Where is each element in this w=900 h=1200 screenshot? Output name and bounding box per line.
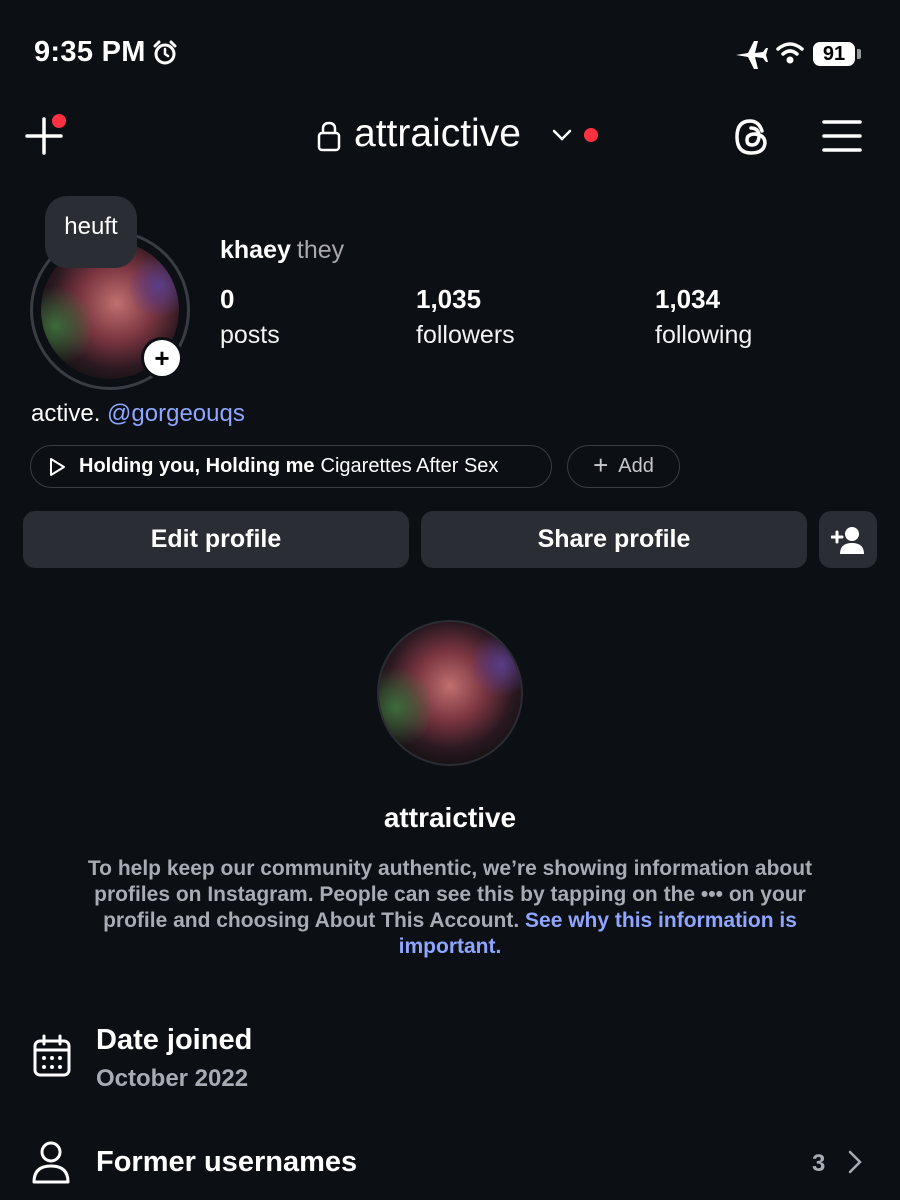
about-username: attraictive bbox=[383, 802, 517, 833]
add-link-pill[interactable]: + Add bbox=[567, 445, 680, 488]
followers-count: 1,035 bbox=[416, 284, 482, 314]
plus-small-icon: + bbox=[593, 450, 609, 480]
discover-people-button[interactable] bbox=[819, 511, 877, 568]
alarm-icon bbox=[153, 40, 177, 65]
wifi-icon bbox=[776, 42, 804, 64]
lock-icon bbox=[317, 121, 341, 152]
bio-mention-link[interactable]: @gorgeouqs bbox=[107, 400, 245, 427]
song-title: Holding you, Holding me bbox=[79, 455, 315, 477]
add-story-button[interactable]: + bbox=[141, 337, 183, 379]
account-switcher-title[interactable]: attraictive bbox=[354, 112, 521, 156]
stat-followers[interactable]: 1,035 followers bbox=[416, 284, 515, 350]
song-artist: Cigarettes After Sex bbox=[320, 455, 499, 477]
edit-profile-button[interactable]: Edit profile bbox=[23, 511, 409, 568]
account-notification-dot bbox=[584, 128, 598, 142]
notification-dot bbox=[52, 114, 66, 128]
stat-posts[interactable]: 0 posts bbox=[220, 284, 280, 350]
share-profile-button[interactable]: Share profile bbox=[421, 511, 807, 568]
battery-indicator: 91 bbox=[813, 42, 855, 66]
add-user-icon bbox=[831, 526, 864, 554]
followers-label: followers bbox=[416, 321, 515, 349]
bio-text: active. bbox=[31, 400, 101, 427]
add-label: Add bbox=[618, 455, 654, 477]
former-usernames-count: 3 bbox=[812, 1150, 826, 1177]
calendar-icon bbox=[33, 1034, 71, 1077]
note-bubble[interactable]: heuft bbox=[45, 196, 137, 268]
person-icon bbox=[32, 1141, 70, 1184]
display-name: khaey they bbox=[220, 236, 344, 265]
posts-count: 0 bbox=[220, 284, 235, 314]
battery-tip bbox=[857, 49, 861, 59]
menu-icon[interactable] bbox=[822, 118, 862, 154]
following-label: following bbox=[655, 321, 753, 349]
threads-icon[interactable] bbox=[731, 116, 773, 158]
status-time: 9:35 PM bbox=[34, 36, 146, 68]
play-icon bbox=[50, 457, 65, 476]
about-description: To help keep our community authentic, we… bbox=[70, 856, 830, 960]
pronouns: they bbox=[296, 236, 345, 264]
following-count: 1,034 bbox=[655, 284, 721, 314]
stat-following[interactable]: 1,034 following bbox=[655, 284, 752, 350]
chevron-right-icon[interactable] bbox=[846, 1150, 864, 1174]
note-text: heuft bbox=[64, 213, 118, 240]
former-usernames-row[interactable]: Former usernames bbox=[96, 1146, 357, 1179]
display-name-text: khaey bbox=[220, 236, 291, 264]
profile-music-pill[interactable]: Holding you, Holding me Cigarettes After… bbox=[30, 445, 552, 488]
about-avatar bbox=[377, 620, 523, 766]
chevron-down-icon[interactable] bbox=[552, 128, 572, 142]
airplane-icon bbox=[736, 41, 768, 69]
date-joined-label: Date joined bbox=[96, 1024, 253, 1056]
date-joined-value: October 2022 bbox=[96, 1065, 249, 1092]
bio: active. @gorgeouqs bbox=[31, 400, 245, 428]
posts-label: posts bbox=[220, 321, 280, 349]
